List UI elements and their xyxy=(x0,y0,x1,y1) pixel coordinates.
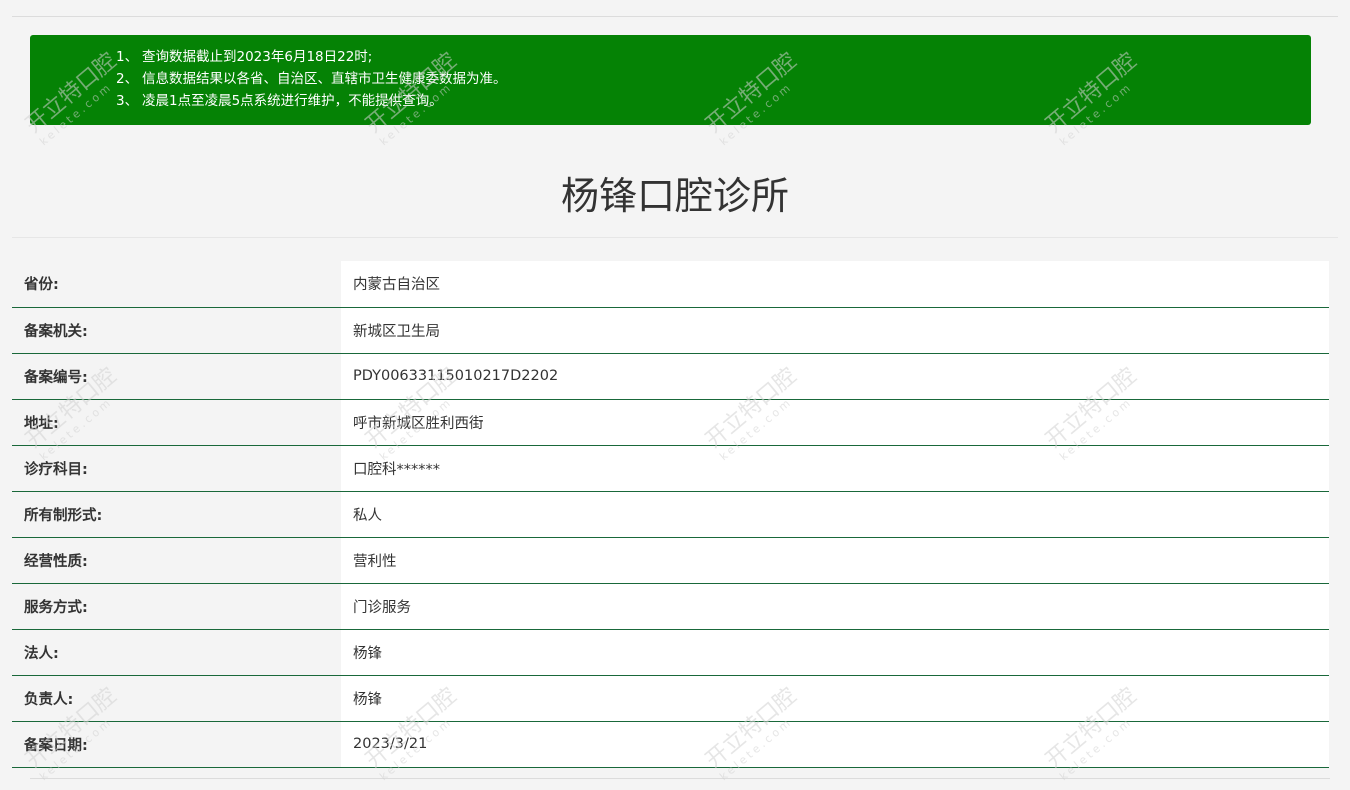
row-label: 备案编号: xyxy=(12,353,341,400)
row-label: 诊疗科目: xyxy=(12,445,341,492)
bottom-divider xyxy=(30,778,1330,779)
page-title: 杨锋口腔诊所 xyxy=(560,174,789,218)
info-table: 省份: 内蒙古自治区 备案机关: 新城区卫生局 备案编号: PDY0063311… xyxy=(12,261,1329,768)
row-value: 内蒙古自治区 xyxy=(341,261,1329,308)
row-value: PDY00633115010217D2202 xyxy=(341,353,1329,400)
row-label: 省份: xyxy=(12,261,341,308)
table-row: 备案编号: PDY00633115010217D2202 xyxy=(12,353,1329,400)
row-label: 备案日期: xyxy=(12,721,341,768)
table-row: 负责人: 杨锋 xyxy=(12,675,1329,722)
table-row: 地址: 呼市新城区胜利西街 xyxy=(12,399,1329,446)
row-value: 私人 xyxy=(341,491,1329,538)
table-row: 备案日期: 2023/3/21 xyxy=(12,721,1329,768)
row-label: 服务方式: xyxy=(12,583,341,630)
table-row: 省份: 内蒙古自治区 xyxy=(12,261,1329,308)
notice-line: 3、 凌晨1点至凌晨5点系统进行维护，不能提供查询。 xyxy=(116,93,443,109)
row-value: 口腔科****** xyxy=(341,445,1329,492)
table-row: 诊疗科目: 口腔科****** xyxy=(12,445,1329,492)
row-value: 呼市新城区胜利西街 xyxy=(341,399,1329,446)
row-value: 新城区卫生局 xyxy=(341,307,1329,354)
notice-line: 1、 查询数据截止到2023年6月18日22时; xyxy=(116,49,373,65)
title-divider xyxy=(12,237,1338,238)
notice-line: 2、 信息数据结果以各省、自治区、直辖市卫生健康委数据为准。 xyxy=(116,71,507,87)
row-value: 杨锋 xyxy=(341,629,1329,676)
table-row: 法人: 杨锋 xyxy=(12,629,1329,676)
row-label: 法人: xyxy=(12,629,341,676)
table-row: 所有制形式: 私人 xyxy=(12,491,1329,538)
row-value: 营利性 xyxy=(341,537,1329,584)
row-label: 所有制形式: xyxy=(12,491,341,538)
top-divider xyxy=(12,16,1338,17)
row-value: 杨锋 xyxy=(341,675,1329,722)
table-row: 服务方式: 门诊服务 xyxy=(12,583,1329,630)
row-label: 备案机关: xyxy=(12,307,341,354)
row-value: 门诊服务 xyxy=(341,583,1329,630)
row-label: 负责人: xyxy=(12,675,341,722)
table-row: 经营性质: 营利性 xyxy=(12,537,1329,584)
row-label: 地址: xyxy=(12,399,341,446)
page: 1、 查询数据截止到2023年6月18日22时; 2、 信息数据结果以各省、自治区、… xyxy=(0,0,1350,790)
notice-banner: 1、 查询数据截止到2023年6月18日22时; 2、 信息数据结果以各省、自治区、… xyxy=(30,35,1311,125)
row-label: 经营性质: xyxy=(12,537,341,584)
table-row: 备案机关: 新城区卫生局 xyxy=(12,307,1329,354)
row-value: 2023/3/21 xyxy=(341,721,1329,768)
